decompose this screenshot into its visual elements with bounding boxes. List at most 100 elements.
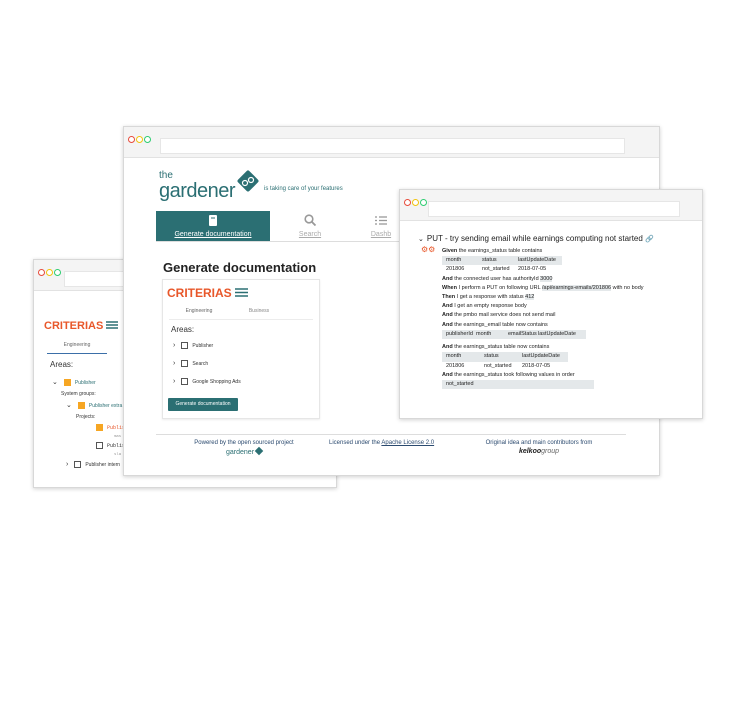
table-cell: not_started [446,381,474,388]
step-and-status-table: And the earnings_status table now contai… [442,344,550,351]
scenario-title-row[interactable]: ⌄ PUT - try sending email while earnings … [418,234,654,243]
checkbox-icon[interactable] [181,342,189,350]
tab-business[interactable]: Business [229,308,289,319]
maximize-window-icon[interactable] [420,199,427,206]
chevron-right-icon[interactable]: › [173,360,175,367]
window-controls [404,193,428,211]
criterias-header: CRITERIAS [167,286,249,300]
address-bar[interactable] [428,201,680,217]
table-header-cell: status [482,257,497,264]
step-given: Given the earnings_status table contains [442,248,543,254]
checkbox-icon[interactable] [74,461,82,469]
data-table-3: month status lastUpdateDate [442,352,568,362]
list-icon [375,216,387,225]
criterias-title: CRITERIAS [167,286,232,300]
nav-dashboard[interactable]: Dashb [361,211,401,241]
book-icon [209,215,217,226]
close-window-icon[interactable] [128,136,135,143]
tree-item-project-1[interactable]: Publis [52,423,125,433]
license-prefix: Licensed under the [329,440,381,446]
step-and-no-mail: And the pmbo mail service does not send … [442,312,556,319]
areas-label: Areas: [50,360,74,369]
project-1-sub: mas [114,435,122,439]
footer-divider [156,434,626,435]
checkbox-icon[interactable] [77,402,85,410]
license-link[interactable]: Apache License 2.0 [381,440,434,446]
tab-label: Engineering [185,308,213,314]
close-window-icon[interactable] [404,199,411,206]
area-item-publisher[interactable]: › Publisher [173,342,241,360]
gardener-cube-icon [237,170,259,192]
window-controls [128,130,152,148]
data-table-4: not_started [442,380,594,390]
tab-label: Engineering [63,342,91,348]
system-groups-label: System groups: [61,391,96,397]
gears-icon: ⚙⚙ [421,245,436,254]
sliders-icon [106,321,119,329]
link-icon[interactable]: 🔗 [645,236,654,243]
criterias-title: CRITERIAS [44,320,104,332]
page-title: Generate documentation [163,260,317,275]
window-controls [38,263,62,281]
table-header-cell: month [446,257,462,264]
table-row: 201806 not_started 2018-07-05 [446,266,547,273]
generate-documentation-button[interactable]: Generate documentation [168,398,238,411]
maximize-window-icon[interactable] [54,269,61,276]
sliders-icon [235,288,249,297]
scenario-browser-window: ⌄ PUT - try sending email while earnings … [399,189,703,419]
area-item-search[interactable]: › Search [173,360,241,378]
nav-search[interactable]: Search [270,211,350,241]
footer-powered: Powered by the open sourced project gard… [184,440,304,456]
step-and-values-order: And the earnings_status took following v… [442,371,575,378]
area-tree: ⌄ Publisher System groups: ⌄ Publisher ext… [52,377,125,471]
projects-label: Projects: [76,414,96,420]
minimize-window-icon[interactable] [412,199,419,206]
address-bar[interactable] [160,138,625,154]
tree-item-publisher[interactable]: ⌄ Publisher [52,377,125,389]
footer-original: Original idea and main contributors from… [474,440,604,455]
tree-item-publisher-extra[interactable]: ⌄ Publisher extra [52,400,125,412]
chevron-down-icon[interactable]: ⌄ [66,400,72,411]
table-header-cell: month [476,330,492,337]
powered-logo[interactable]: gardener [184,446,304,456]
checkbox-icon[interactable] [181,360,189,368]
minimize-window-icon[interactable] [46,269,53,276]
gardener-cube-icon [254,446,264,456]
checkbox-icon[interactable] [96,442,103,450]
scenario-steps: Given the earnings_status table contains… [442,247,644,390]
maximize-window-icon[interactable] [144,136,151,143]
original-text: Original idea and main contributors from [485,440,593,446]
criterias-card: CRITERIAS Engineering Business Areas: › P… [162,279,320,419]
area-list: › Publisher › Search › Google Shopping Ads [173,342,241,396]
powered-text: Powered by the open sourced project [194,440,294,446]
footer-license: Licensed under the Apache License 2.0 [329,440,434,446]
chevron-right-icon[interactable]: › [173,342,175,349]
tree-item-publisher-intern[interactable]: › Publisher intern [52,459,125,471]
gardener-logo[interactable]: the gardener [159,171,236,202]
chevron-down-icon[interactable]: ⌄ [52,377,58,388]
checkbox-icon[interactable] [96,424,103,432]
nav-generate-documentation[interactable]: Generate documentation [156,211,270,241]
table-header-cell: month [446,353,462,360]
tree-item-project-2[interactable]: Publis [52,441,125,451]
checkbox-icon[interactable] [181,378,189,386]
project-2-sub: sla [114,453,122,457]
checkbox-icon[interactable] [63,379,71,387]
step-and-email-table: And the earnings_email table now contain… [442,321,548,328]
chevron-right-icon[interactable]: › [173,378,175,385]
table-header-cell: lastUpdateDate [518,257,556,264]
chevron-right-icon[interactable]: › [66,459,68,470]
table-header-cell: lastUpdateDate [538,330,576,337]
table-header-cell: status [484,353,499,360]
kelkoo-group-logo[interactable]: kelkoogroup [474,448,604,455]
minimize-window-icon[interactable] [136,136,143,143]
close-window-icon[interactable] [38,269,45,276]
chevron-down-icon[interactable]: ⌄ [418,236,424,243]
tab-engineering[interactable]: Engineering [47,342,107,354]
search-icon [304,214,317,227]
area-item-google-shopping-ads[interactable]: › Google Shopping Ads [173,378,241,396]
tab-label: Business [248,308,270,314]
table-row: 201806 not_started 2018-07-05 [446,362,551,369]
browser-chrome [124,127,659,158]
step-when: When I perform a PUT on following URL /a… [442,284,644,291]
